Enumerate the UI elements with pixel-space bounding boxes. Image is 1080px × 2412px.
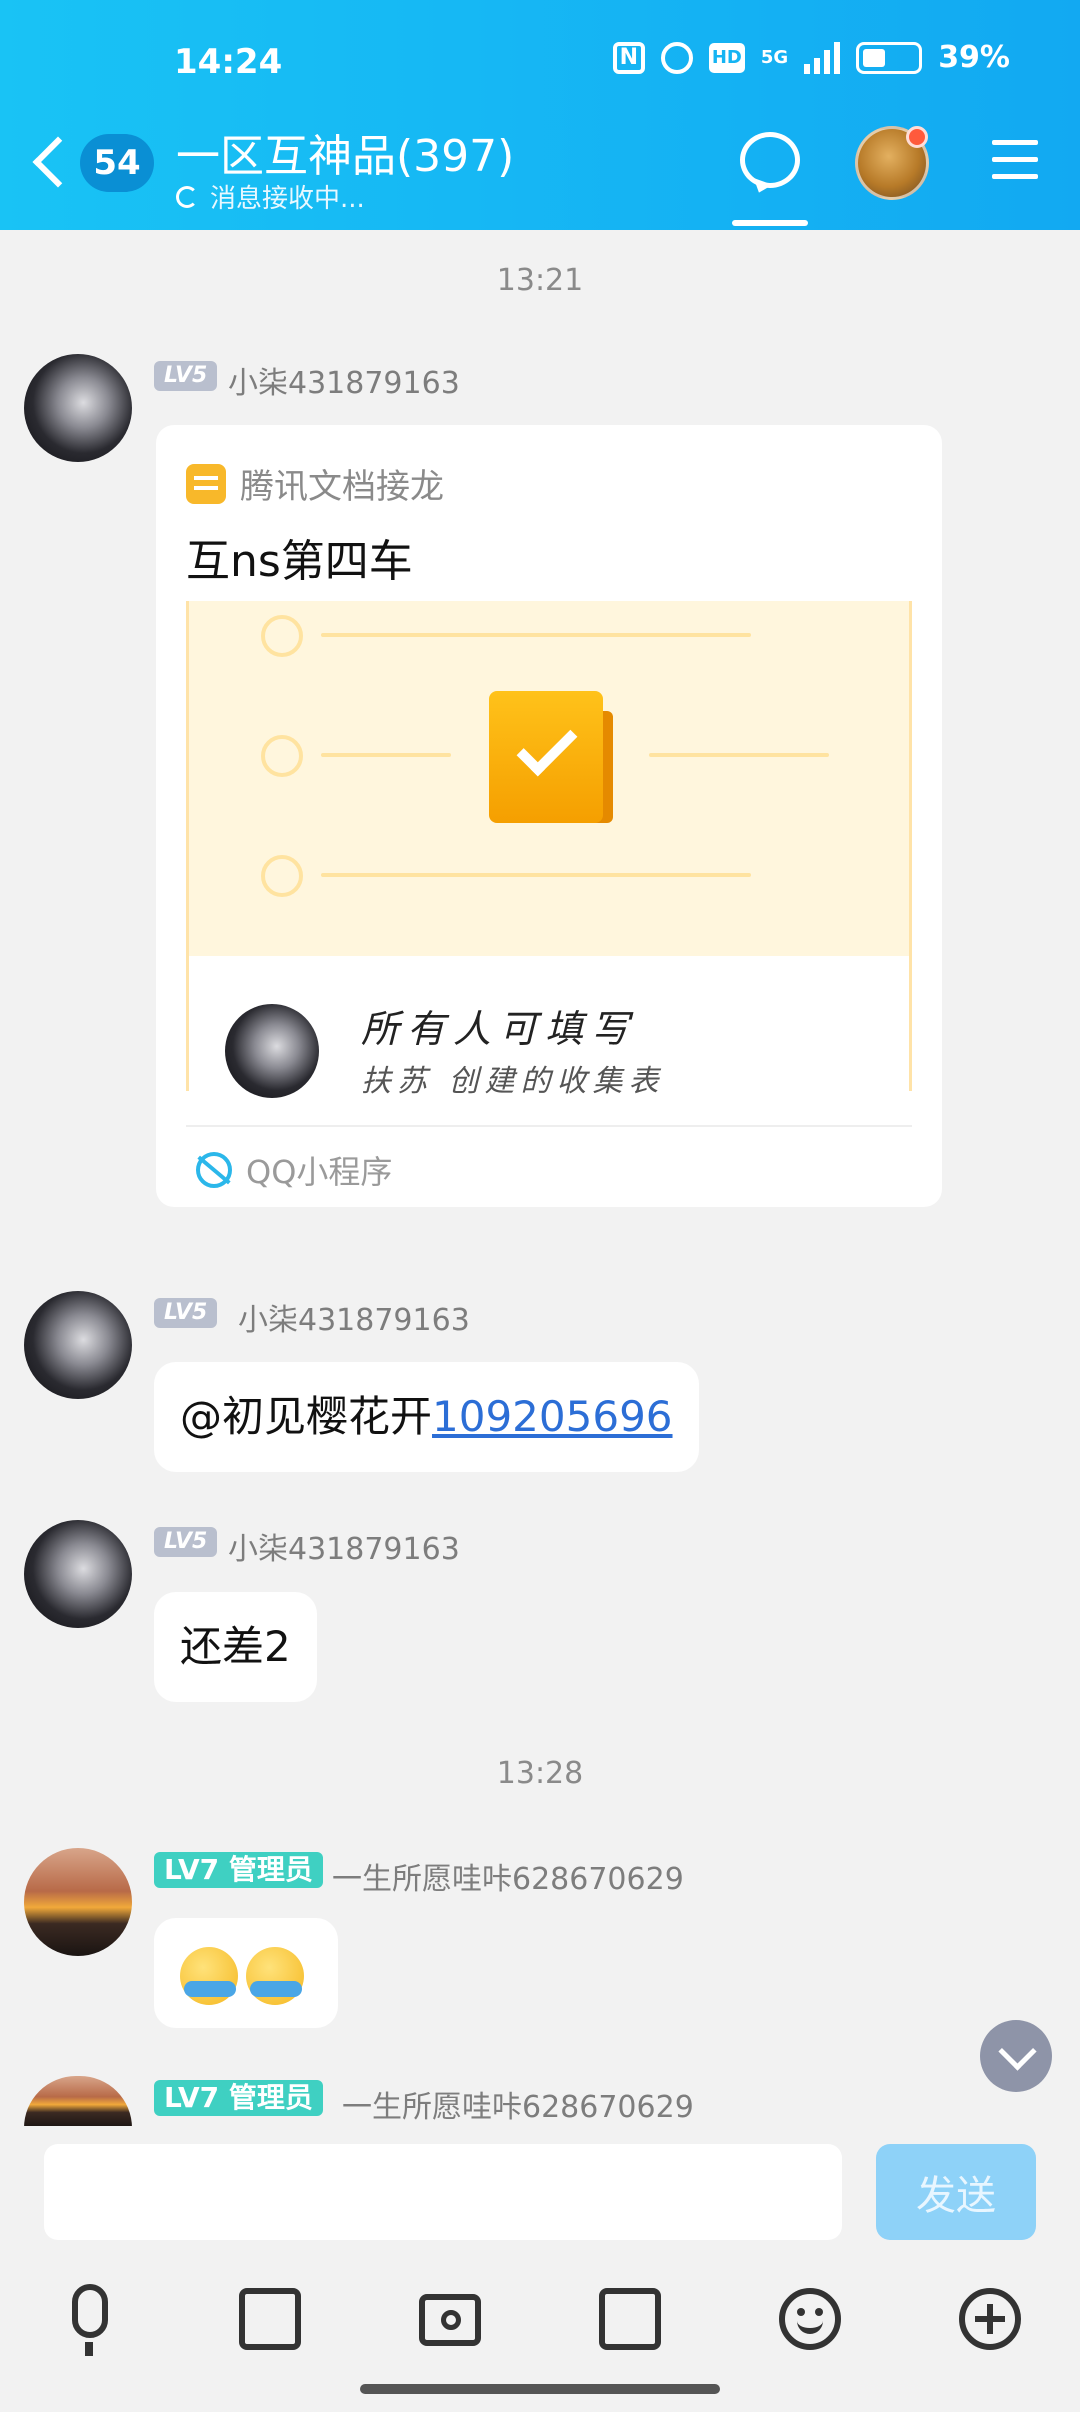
notification-dot xyxy=(906,126,928,148)
sender-name[interactable]: 小柒431879163 xyxy=(228,358,460,402)
card-footer: QQ小程序 xyxy=(196,1147,392,1193)
checklist-line xyxy=(321,873,751,877)
level-admin-badge: LV7 管理员 xyxy=(154,2080,323,2116)
chat-header: 14:24 N HD 5G 39% 54 一区互神品(397) 消息接收中... xyxy=(0,0,1080,230)
avatar[interactable] xyxy=(24,2076,132,2128)
hd-icon: HD xyxy=(708,42,745,73)
preview-illustration xyxy=(189,601,909,956)
plus-icon[interactable] xyxy=(955,2284,1025,2354)
composer-toolbar xyxy=(0,2276,1080,2366)
message-timestamp: 13:28 xyxy=(496,1756,584,1791)
level-badge: LV5 xyxy=(154,1527,218,1557)
tencent-docs-icon xyxy=(186,463,226,504)
card-preview-image: 所有人可填写 扶苏 创建的收集表 xyxy=(186,601,912,1099)
card-source: 腾讯文档接龙 xyxy=(186,459,444,508)
receiving-status: 消息接收中... xyxy=(176,178,365,215)
card-divider xyxy=(186,1125,912,1127)
checklist-line xyxy=(321,753,451,757)
status-icons: N HD 5G 39% xyxy=(612,40,1010,75)
nfc-icon: N xyxy=(612,41,645,74)
emoji-icon[interactable] xyxy=(775,2284,845,2354)
unread-count-badge[interactable]: 54 xyxy=(80,134,154,192)
qq-number-link[interactable]: 109205696 xyxy=(432,1392,673,1441)
fish-emoji-icon xyxy=(246,1946,304,2005)
level-badge: LV5 xyxy=(154,1298,218,1328)
checklist-circle-icon xyxy=(261,615,303,657)
status-bar: 14:24 N HD 5G 39% xyxy=(0,0,1080,120)
active-tab-indicator xyxy=(732,220,808,226)
battery-icon xyxy=(856,41,923,74)
avatar[interactable] xyxy=(24,1520,132,1628)
receiving-status-text: 消息接收中... xyxy=(210,184,365,214)
message-input[interactable] xyxy=(44,2144,842,2240)
loading-spinner-icon xyxy=(176,185,198,208)
checklist-circle-icon xyxy=(261,735,303,777)
mention-text: @初见樱花开 xyxy=(180,1392,433,1441)
signal-icon xyxy=(804,41,841,74)
back-icon[interactable] xyxy=(30,132,70,192)
card-footer-label: QQ小程序 xyxy=(246,1153,393,1191)
checklist-line xyxy=(649,753,829,757)
preview-info: 所有人可填写 扶苏 创建的收集表 xyxy=(189,956,909,1099)
sender-name[interactable]: 小柒431879163 xyxy=(228,1524,460,1568)
checklist-line xyxy=(321,633,751,637)
level-badge: LV5 xyxy=(154,361,218,391)
message-bubble[interactable]: 还差2 xyxy=(154,1592,317,1702)
camera-icon[interactable] xyxy=(415,2284,485,2354)
mini-program-card[interactable]: 腾讯文档接龙 互ns第四车 所有人可填写 扶苏 创建的收集表 QQ小程序 xyxy=(156,425,942,1207)
composer: 发送 xyxy=(0,2126,1080,2412)
checklist-circle-icon xyxy=(261,855,303,897)
preview-permission: 所有人可填写 xyxy=(361,1007,638,1051)
mini-program-icon xyxy=(196,1152,232,1188)
alarm-icon xyxy=(660,41,693,74)
group-title: 一区互神品(397) xyxy=(176,131,515,182)
status-time: 14:24 xyxy=(174,42,283,82)
sender-name[interactable]: 一生所愿哇咔628670629 xyxy=(342,2082,694,2126)
image-icon[interactable] xyxy=(235,2284,305,2354)
avatar[interactable] xyxy=(24,1291,132,1399)
scroll-to-bottom-button[interactable] xyxy=(980,2020,1052,2092)
message-timestamp: 13:21 xyxy=(496,263,584,298)
sender-name[interactable]: 一生所愿哇咔628670629 xyxy=(332,1854,684,1898)
creator-avatar xyxy=(225,1004,319,1098)
chat-bubble-icon[interactable] xyxy=(740,132,800,188)
preview-creator: 扶苏 创建的收集表 xyxy=(361,1064,665,1099)
card-source-label: 腾讯文档接龙 xyxy=(240,467,444,507)
red-packet-icon[interactable] xyxy=(595,2284,665,2354)
sender-name[interactable]: 小柒431879163 xyxy=(238,1295,470,1339)
avatar[interactable] xyxy=(24,354,132,462)
battery-percent: 39% xyxy=(938,40,1010,75)
message-bubble[interactable]: @初见樱花开109205696 xyxy=(154,1362,699,1472)
network-label: 5G xyxy=(760,47,789,68)
card-title: 互ns第四车 xyxy=(186,536,413,587)
avatar[interactable] xyxy=(24,1848,132,1956)
emoji-bubble[interactable] xyxy=(154,1918,338,2028)
microphone-icon[interactable] xyxy=(55,2284,125,2356)
menu-icon[interactable] xyxy=(992,140,1038,180)
fish-emoji-icon xyxy=(180,1946,238,2005)
send-button[interactable]: 发送 xyxy=(876,2144,1036,2240)
home-indicator[interactable] xyxy=(360,2384,720,2394)
level-admin-badge: LV7 管理员 xyxy=(154,1852,323,1888)
